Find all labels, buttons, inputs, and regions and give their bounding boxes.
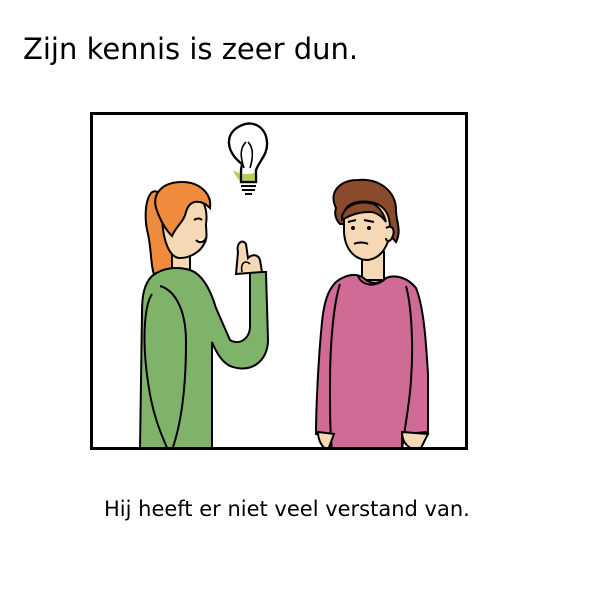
lightbulb-icon xyxy=(227,122,269,195)
caption: Hij heeft er niet veel verstand van. xyxy=(104,497,470,521)
explaining-person xyxy=(139,180,270,448)
confused-person xyxy=(314,178,430,448)
page-title: Zijn kennis is zeer dun. xyxy=(23,32,359,66)
illustration-panel xyxy=(90,112,468,450)
